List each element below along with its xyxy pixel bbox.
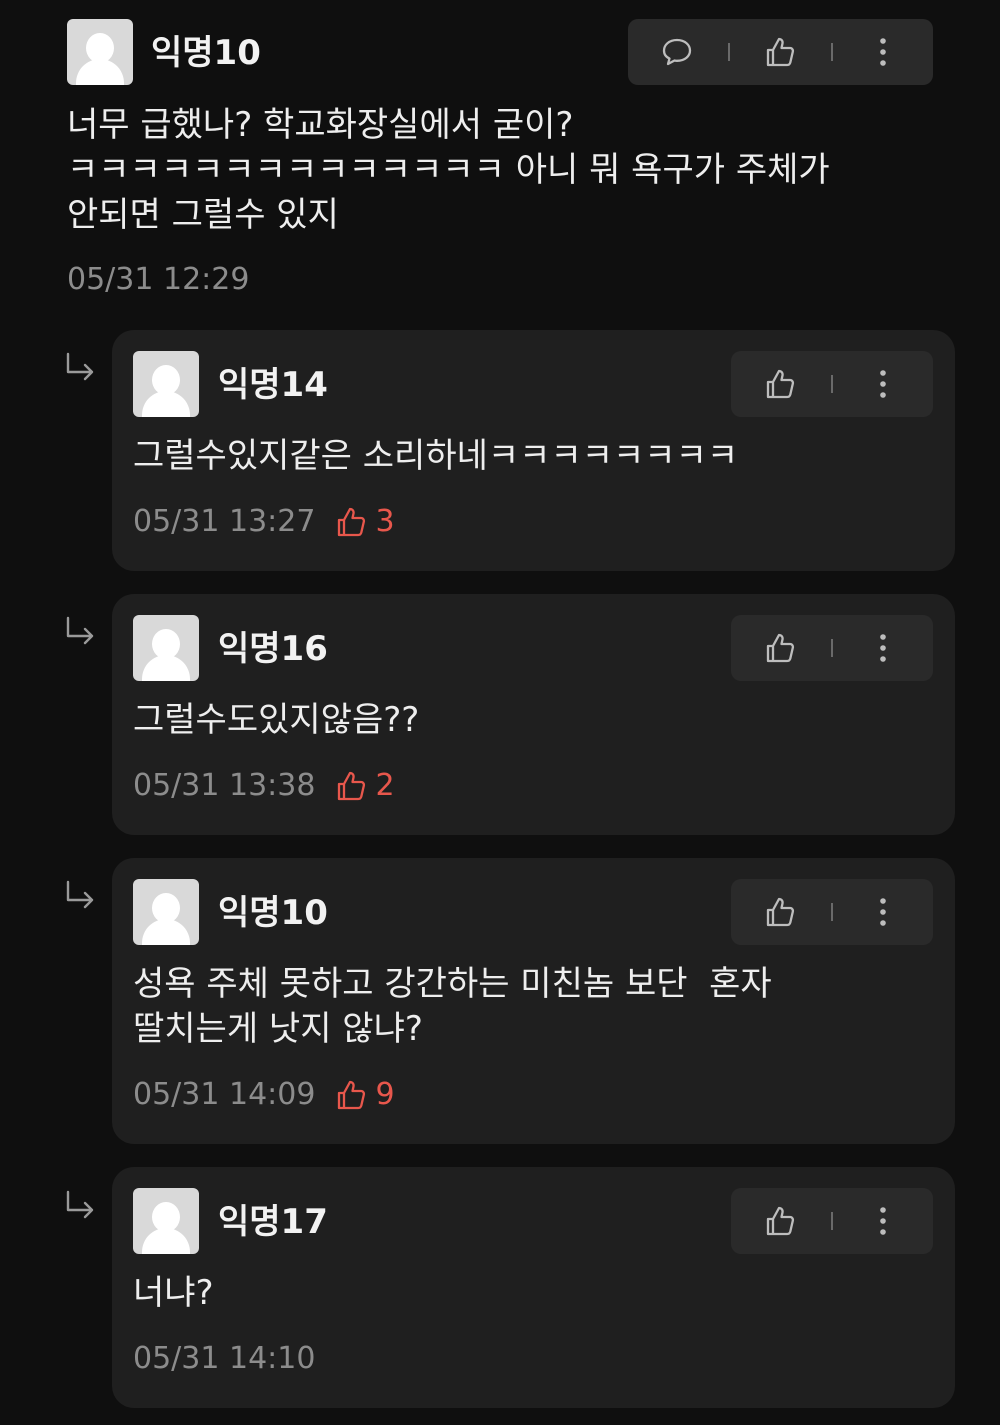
kebab-menu-icon (880, 634, 886, 662)
like-button[interactable] (750, 615, 810, 681)
comment-text-line: 안되면 그럴수 있지 (67, 195, 339, 235)
like-count-value: 2 (375, 768, 395, 803)
like-count-value: 3 (375, 504, 395, 539)
comment-text-line: 너무 급했나? 학교화장실에서 굳이? (67, 105, 574, 145)
like-button[interactable] (750, 351, 810, 417)
avatar (133, 879, 199, 945)
action-divider (831, 43, 833, 61)
reply-text-line: 딸치는게 낫지 않냐? (133, 1009, 423, 1049)
avatar (133, 615, 199, 681)
reply-timestamp: 05/31 14:09 (133, 1077, 316, 1112)
reply-author: 익명10 (218, 893, 328, 933)
reply-action-bar (731, 351, 933, 417)
reply-card: 익명17 너냐? 05/31 14:10 (112, 1167, 955, 1408)
thumbs-up-icon (766, 633, 795, 663)
reply-arrow-icon (66, 616, 94, 645)
comment-action-bar (628, 19, 933, 85)
more-options-button[interactable] (853, 19, 913, 85)
reply-arrow-icon (66, 1190, 94, 1219)
reply-text: 너냐? (133, 1271, 214, 1316)
like-button[interactable] (750, 879, 810, 945)
reply-meta: 05/31 14:10 (133, 1341, 315, 1377)
kebab-menu-icon (880, 1207, 886, 1235)
reply-arrow-icon (66, 352, 94, 381)
thumbs-up-icon (338, 771, 366, 801)
like-button[interactable] (750, 19, 810, 85)
thumbs-up-icon (338, 507, 366, 537)
more-options-button[interactable] (853, 615, 913, 681)
reply-timestamp: 05/31 14:10 (133, 1341, 316, 1376)
reply-author: 익명14 (218, 365, 328, 405)
reply-action-bar (731, 879, 933, 945)
reply-timestamp: 05/31 13:27 (133, 504, 316, 539)
reply-text: 그럴수있지같은 소리하네ㅋㅋㅋㅋㅋㅋㅋㅋ (133, 434, 738, 479)
action-divider (831, 1212, 833, 1230)
speech-bubble-icon (662, 38, 692, 66)
comment-meta: 05/31 12:29 (67, 262, 249, 298)
kebab-menu-icon (880, 38, 886, 66)
avatar (67, 19, 133, 85)
reply-meta: 05/31 13:27 3 (133, 504, 395, 540)
avatar (133, 1188, 199, 1254)
reply-text-line: 그럴수도있지않음?? (133, 700, 420, 740)
reply-author: 익명17 (218, 1202, 328, 1242)
thumbs-up-icon (338, 1080, 366, 1110)
more-options-button[interactable] (853, 1188, 913, 1254)
reply-button[interactable] (647, 19, 707, 85)
like-count: 9 (335, 1077, 395, 1113)
reply-text: 그럴수도있지않음?? (133, 698, 419, 743)
comment-author: 익명10 (151, 33, 261, 73)
action-divider (831, 639, 833, 657)
reply-card: 익명16 그럴수도있지않음?? 05/31 13:38 2 (112, 594, 955, 835)
reply-meta: 05/31 13:38 2 (133, 768, 395, 804)
reply-text-line: 성욕 주체 못하고 강간하는 미친놈 보단 혼자 (133, 964, 772, 1004)
kebab-menu-icon (880, 898, 886, 926)
comment-text-line: ㅋㅋㅋㅋㅋㅋㅋㅋㅋㅋㅋㅋㅋㅋ 아니 뭐 욕구가 주체가 (67, 150, 830, 190)
reply-action-bar (731, 1188, 933, 1254)
reply-arrow-icon (66, 880, 94, 909)
reply-text: 성욕 주체 못하고 강간하는 미친놈 보단 혼자딸치는게 낫지 않냐? (133, 962, 772, 1052)
thumbs-up-icon (766, 369, 795, 399)
action-divider (728, 43, 730, 61)
like-button[interactable] (750, 1188, 810, 1254)
comment-text: 너무 급했나? 학교화장실에서 굳이? ㅋㅋㅋㅋㅋㅋㅋㅋㅋㅋㅋㅋㅋㅋ 아니 뭐 욕… (67, 103, 830, 238)
more-options-button[interactable] (853, 351, 913, 417)
thumbs-up-icon (766, 897, 795, 927)
reply-timestamp: 05/31 13:38 (133, 768, 316, 803)
more-options-button[interactable] (853, 879, 913, 945)
reply-meta: 05/31 14:09 9 (133, 1077, 395, 1113)
thumbs-up-icon (766, 37, 795, 67)
reply-text-line: 너냐? (133, 1273, 214, 1313)
comment-timestamp: 05/31 12:29 (67, 262, 250, 297)
reply-card: 익명10 성욕 주체 못하고 강간하는 미친놈 보단 혼자딸치는게 낫지 않냐?… (112, 858, 955, 1144)
reply-text-line: 그럴수있지같은 소리하네ㅋㅋㅋㅋㅋㅋㅋㅋ (133, 436, 739, 476)
like-count-value: 9 (375, 1077, 395, 1112)
reply-card: 익명14 그럴수있지같은 소리하네ㅋㅋㅋㅋㅋㅋㅋㅋ 05/31 13:27 3 (112, 330, 955, 571)
kebab-menu-icon (880, 370, 886, 398)
reply-author: 익명16 (218, 629, 328, 669)
reply-action-bar (731, 615, 933, 681)
avatar (133, 351, 199, 417)
like-count: 2 (335, 768, 395, 804)
action-divider (831, 903, 833, 921)
thumbs-up-icon (766, 1206, 795, 1236)
comment-thread: 익명10 너무 급했나? 학교화장실에서 굳이? ㅋㅋㅋㅋㅋㅋㅋㅋㅋㅋㅋㅋㅋㅋ 아… (0, 0, 1000, 1425)
action-divider (831, 375, 833, 393)
like-count: 3 (335, 504, 395, 540)
